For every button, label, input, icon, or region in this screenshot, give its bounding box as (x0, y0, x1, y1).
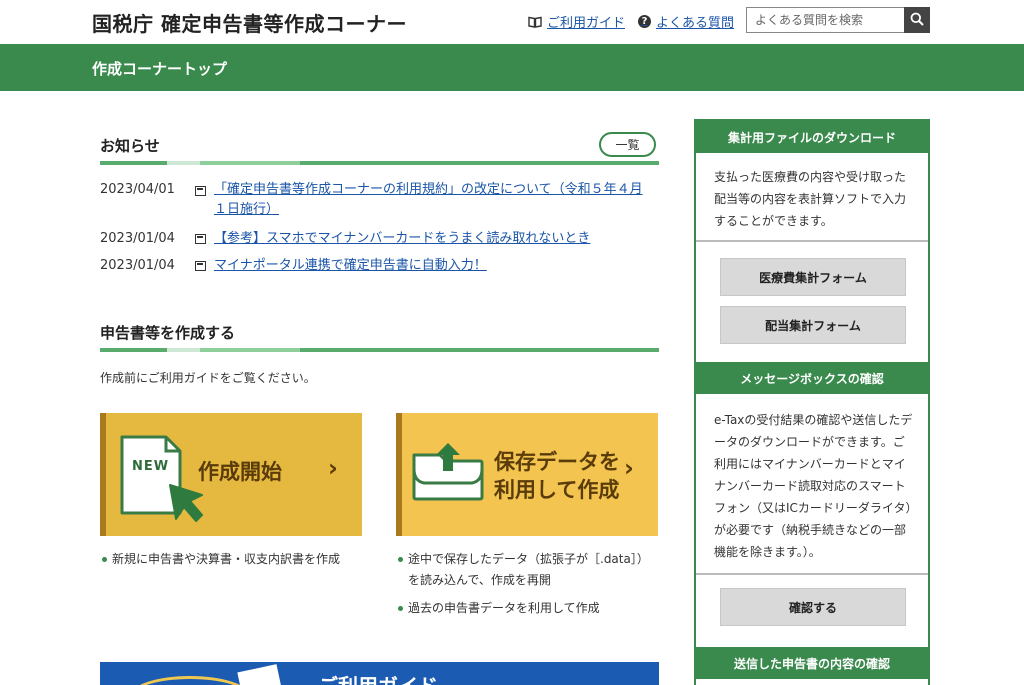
news-link[interactable]: 【参考】スマホでマイナンバーカードをうまく読み取れないとき (214, 229, 654, 249)
load-bullet: 途中で保存したデータ（拡張子が［.data］）を読み込んで、作成を再開 (398, 549, 658, 591)
medical-expense-form-button[interactable]: 医療費集計フォーム (720, 258, 906, 296)
load-button-label-line1: 保存データを (494, 450, 620, 474)
page-title: 作成コーナートップ (92, 60, 228, 78)
faq-search-input[interactable] (746, 7, 904, 33)
load-button-label-line2: 利用して作成 (494, 478, 620, 502)
start-new-button[interactable]: NEW 作成開始 › (100, 413, 362, 536)
news-heading: お知らせ (100, 137, 160, 155)
faq-link-label: よくある質問 (656, 16, 735, 31)
sidebar-heading-download: 集計用ファイルのダウンロード (696, 121, 928, 153)
usage-guide-banner-title: ご利用ガイド (318, 670, 438, 685)
new-tag: NEW (132, 459, 170, 474)
news-link[interactable]: マイナポータル連携で確定申告書に自動入力！ (214, 256, 654, 276)
news-list-button[interactable]: 一覧 (599, 132, 656, 157)
usage-guide-banner[interactable]: ご利用ガイド (100, 662, 659, 685)
create-heading-underline (100, 348, 659, 352)
page-title-band: 作成コーナートップ (0, 44, 1024, 91)
sidebar-text-messagebox: e-Taxの受付結果の確認や送信したデータのダウンロードができます。ご利用にはマ… (714, 413, 913, 559)
load-bullet: 過去の申告書データを利用して作成 (398, 598, 658, 619)
faq-link[interactable]: ? よくある質問 (638, 12, 734, 31)
create-heading: 申告書等を作成する (100, 324, 236, 342)
sidebar: 集計用ファイルのダウンロード 支払った医療費の内容や受け取った配当等の内容を表計… (694, 119, 930, 685)
folder-upload-icon (410, 441, 486, 507)
chevron-right-icon: › (328, 454, 338, 482)
sidebar-text-download: 支払った医療費の内容や受け取った配当等の内容を表計算ソフトで入力することができま… (714, 170, 907, 228)
book-icon (528, 16, 542, 28)
window-icon (195, 261, 206, 271)
sidebar-divider (696, 573, 928, 575)
window-icon (195, 186, 206, 196)
guide-link-label: ご利用ガイド (547, 16, 626, 31)
news-date: 2023/04/01 (100, 182, 175, 197)
site-header: 国税庁 確定申告書等作成コーナー ご利用ガイド ? よくある質問 (0, 0, 1024, 44)
start-bullet: 新規に申告書や決算書・収支内訳書を作成 (102, 549, 362, 570)
sidebar-divider (696, 240, 928, 242)
question-icon: ? (638, 15, 651, 28)
dividend-form-button[interactable]: 配当集計フォーム (720, 306, 906, 344)
sidebar-heading-sent-returns: 送信した申告書の内容の確認 (696, 647, 928, 679)
news-date: 2023/01/04 (100, 258, 175, 273)
load-saved-data-button[interactable]: 保存データを 利用して作成 › (396, 413, 658, 536)
search-button[interactable] (904, 7, 930, 33)
sidebar-heading-messagebox: メッセージボックスの確認 (696, 362, 928, 394)
guide-link[interactable]: ご利用ガイド (528, 12, 625, 31)
site-title[interactable]: 国税庁 確定申告書等作成コーナー (92, 8, 407, 37)
search-icon (910, 11, 924, 30)
news-link[interactable]: 「確定申告書等作成コーナーの利用規約」の改定について（令和５年４月１日施行） (214, 180, 654, 220)
new-document-icon (118, 433, 208, 527)
news-date: 2023/01/04 (100, 231, 175, 246)
create-intro: 作成前にご利用ガイドをご覧ください。 (100, 371, 316, 385)
check-messagebox-button[interactable]: 確認する (720, 588, 906, 626)
news-heading-underline (100, 161, 659, 165)
chevron-right-icon: › (624, 454, 634, 482)
start-button-label: 作成開始 (198, 460, 282, 484)
window-icon (195, 234, 206, 244)
